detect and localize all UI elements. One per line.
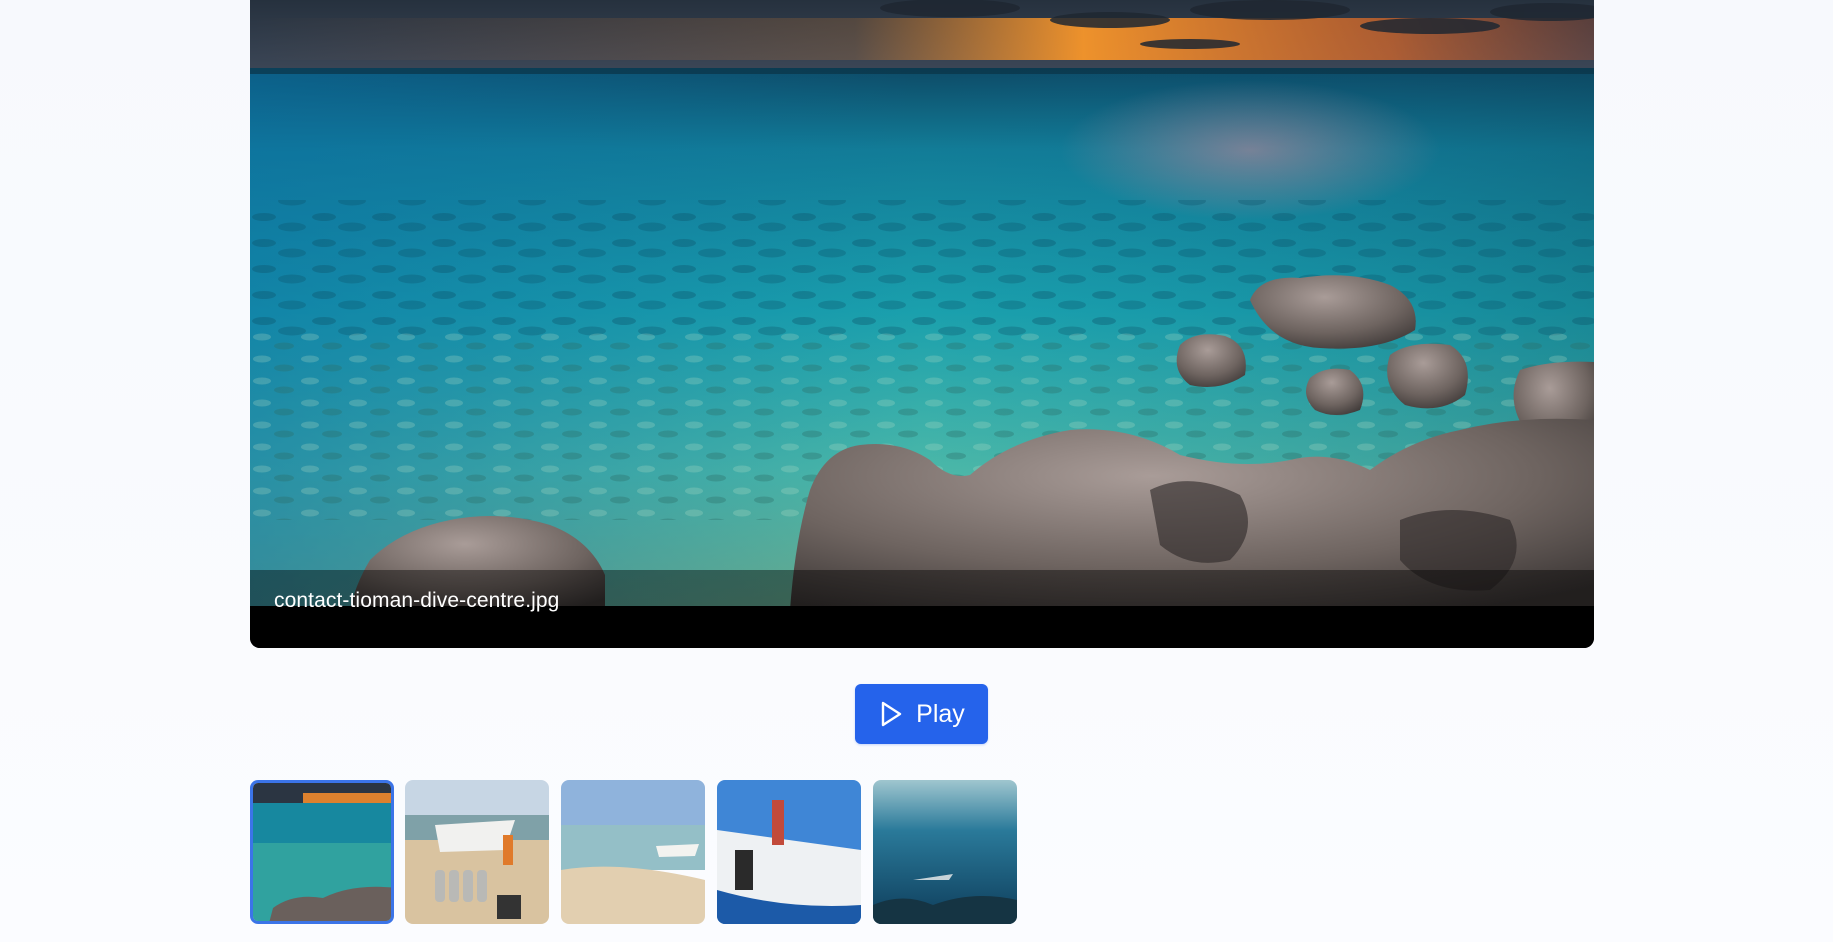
slideshow-page: contact-tioman-dive-centre.jpg Play <box>0 0 1833 942</box>
caption-bar: contact-tioman-dive-centre.jpg <box>250 570 1594 648</box>
play-button[interactable]: Play <box>855 684 988 744</box>
main-photo <box>250 0 1594 610</box>
thumbnail-image <box>717 780 861 924</box>
thumbnail-5[interactable] <box>873 780 1017 924</box>
play-icon <box>881 701 902 727</box>
thumbnail-image <box>253 783 391 921</box>
thumbnail-image <box>405 780 549 924</box>
thumbnail-3[interactable] <box>561 780 705 924</box>
main-image-viewer[interactable]: contact-tioman-dive-centre.jpg <box>250 0 1594 648</box>
thumbnail-image <box>873 780 1017 924</box>
thumbnail-1[interactable] <box>250 780 394 924</box>
thumbnail-4[interactable] <box>717 780 861 924</box>
thumbnail-2[interactable] <box>405 780 549 924</box>
image-filename-caption: contact-tioman-dive-centre.jpg <box>274 589 560 612</box>
play-button-label: Play <box>916 699 965 728</box>
thumbnail-image <box>561 780 705 924</box>
